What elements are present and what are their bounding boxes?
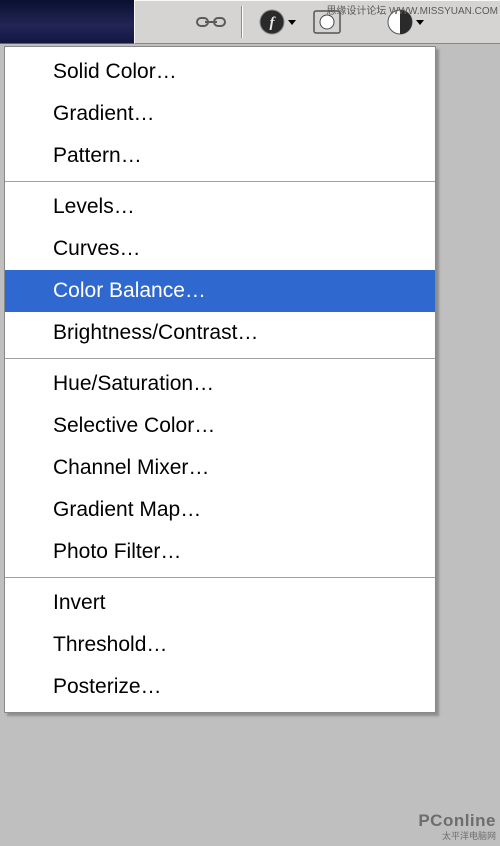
canvas-edge: [0, 0, 134, 44]
menu-item-posterize[interactable]: Posterize…: [5, 666, 435, 708]
menu-item-brightness-contrast[interactable]: Brightness/Contrast…: [5, 312, 435, 354]
watermark-top: 思缘设计论坛 WWW.MISSYUAN.COM: [326, 2, 500, 17]
menu-item-photo-filter[interactable]: Photo Filter…: [5, 531, 435, 573]
menu-item-levels[interactable]: Levels…: [5, 186, 435, 228]
menu-item-curves[interactable]: Curves…: [5, 228, 435, 270]
menu-item-selective-color[interactable]: Selective Color…: [5, 405, 435, 447]
link-icon[interactable]: [191, 6, 231, 38]
menu-item-threshold[interactable]: Threshold…: [5, 624, 435, 666]
chevron-down-icon: [288, 20, 296, 25]
chevron-down-icon: [416, 20, 424, 25]
panel-strip: f 思缘设计论坛 WWW.MISSYUAN.COM: [0, 0, 500, 46]
menu-separator: [5, 577, 435, 578]
menu-separator: [5, 181, 435, 182]
menu-item-color-balance[interactable]: Color Balance…: [5, 270, 435, 312]
menu-separator: [5, 358, 435, 359]
menu-item-solid-color[interactable]: Solid Color…: [5, 51, 435, 93]
menu-item-invert[interactable]: Invert: [5, 582, 435, 624]
menu-item-pattern[interactable]: Pattern…: [5, 135, 435, 177]
menu-item-gradient[interactable]: Gradient…: [5, 93, 435, 135]
fx-icon[interactable]: f: [253, 6, 301, 38]
menu-item-hue-saturation[interactable]: Hue/Saturation…: [5, 363, 435, 405]
toolbar-divider: [241, 6, 243, 38]
watermark-bottom: PConline 太平洋电脑网: [418, 811, 496, 842]
menu-item-channel-mixer[interactable]: Channel Mixer…: [5, 447, 435, 489]
adjustment-layer-menu: Solid Color…Gradient…Pattern… Levels…Curv…: [4, 46, 436, 713]
menu-item-gradient-map[interactable]: Gradient Map…: [5, 489, 435, 531]
